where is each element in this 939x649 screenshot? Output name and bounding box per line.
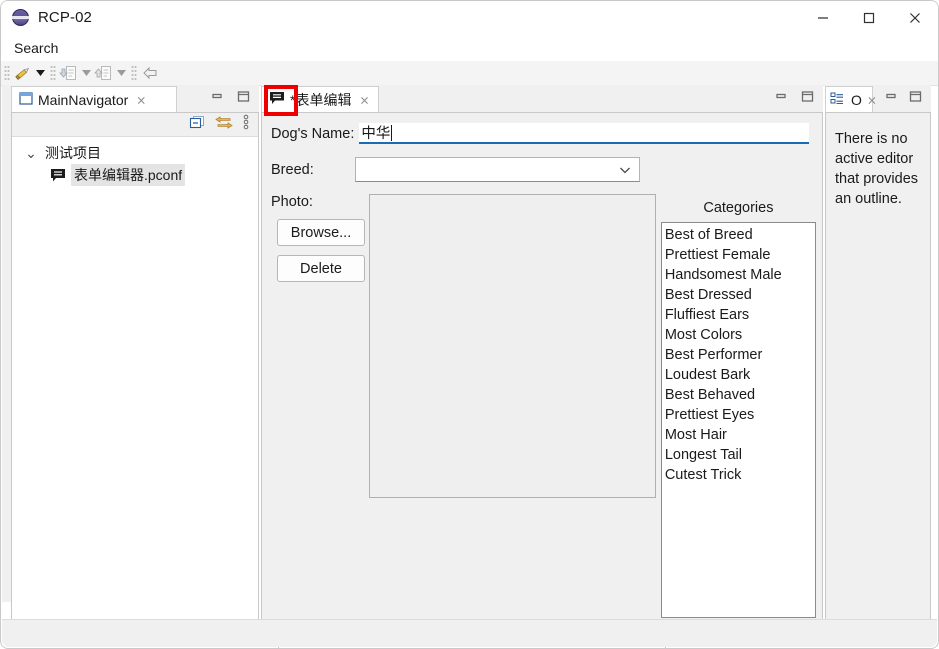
category-item[interactable]: Most Colors	[665, 325, 815, 345]
tab-close-icon[interactable]: ⨯	[359, 93, 369, 107]
new-pencil-icon[interactable]	[12, 62, 34, 84]
tab-label: MainNavigator	[38, 91, 129, 108]
status-bar	[2, 619, 937, 647]
outline-part-controls	[885, 87, 928, 109]
category-item[interactable]: Longest Tail	[665, 445, 815, 465]
link-with-editor-icon[interactable]	[215, 115, 233, 135]
view-icon	[19, 91, 33, 108]
editor-tab-row: *表单编辑 ⨯	[261, 85, 823, 112]
minimize-icon[interactable]	[775, 89, 788, 107]
collapse-all-icon[interactable]	[189, 115, 205, 135]
category-item[interactable]: Loudest Bark	[665, 365, 815, 385]
toolbar-grip[interactable]	[4, 65, 10, 81]
navigator-tab-row: MainNavigator ⨯	[11, 85, 259, 112]
breed-combo[interactable]	[355, 157, 640, 182]
category-item[interactable]: Cutest Trick	[665, 465, 815, 485]
tab-outline[interactable]: O ⨯	[825, 86, 877, 112]
tab-form-editor[interactable]: *表单编辑 ⨯	[261, 86, 379, 112]
toolbar-grip-3[interactable]	[131, 65, 137, 81]
outline-view: O ⨯ There is no active editor that provi…	[825, 85, 931, 620]
browse-button[interactable]: Browse...	[277, 219, 365, 246]
breed-label: Breed:	[271, 161, 314, 178]
export-icon	[93, 62, 115, 84]
maximize-icon[interactable]	[801, 89, 814, 107]
maximize-button[interactable]	[846, 1, 892, 34]
tab-close-icon[interactable]: ⨯	[136, 93, 146, 107]
toolbar-grip-2[interactable]	[50, 65, 56, 81]
import-icon	[58, 62, 80, 84]
dog-form: Dog's Name: 中华 Breed: Photo: Browse... D…	[262, 113, 822, 648]
close-button[interactable]	[892, 1, 938, 34]
form-editor-icon	[269, 91, 285, 108]
outline-tab-row: O ⨯	[825, 85, 931, 112]
navigator-part-controls	[211, 87, 256, 109]
category-item[interactable]: Best Performer	[665, 345, 815, 365]
editor-part-controls	[775, 87, 820, 109]
main-toolbar	[1, 61, 938, 86]
dogs-name-value: 中华	[361, 126, 391, 142]
tab-main-navigator[interactable]: MainNavigator ⨯	[11, 86, 177, 112]
categories-column: Categories Best of Breed Prettiest Female…	[660, 194, 816, 618]
chevron-down-icon[interactable]: ⌄	[20, 145, 42, 162]
tab-label: *表单编辑	[290, 91, 352, 108]
title-bar: RCP-02	[1, 1, 938, 34]
export-dropdown-arrow-icon	[115, 70, 128, 76]
tree-label-file: 表单编辑器.pconf	[71, 164, 186, 186]
form-editor-part: *表单编辑 ⨯ Dog's Name: 中华 Breed: Photo: Bro…	[261, 85, 823, 648]
menu-item-search[interactable]: Search	[6, 38, 66, 58]
chevron-down-icon	[619, 162, 631, 178]
categories-list[interactable]: Best of Breed Prettiest Female Handsomest …	[660, 222, 816, 618]
photo-canvas[interactable]	[369, 194, 656, 498]
category-item[interactable]: Best Behaved	[665, 385, 815, 405]
tab-close-icon[interactable]: ⨯	[867, 93, 877, 107]
dogs-name-label: Dog's Name:	[271, 125, 355, 142]
navigator-view-toolbar	[12, 113, 258, 137]
outline-empty-message: There is no active editor that provides …	[835, 131, 919, 207]
application-window: RCP-02 Search MainNavigator ⨯ ⌄ 测试项目 表单编…	[0, 0, 939, 649]
editor-body: Dog's Name: 中华 Breed: Photo: Browse... D…	[261, 112, 823, 648]
dogs-name-input[interactable]: 中华	[359, 123, 809, 144]
category-item[interactable]: Best of Breed	[665, 225, 815, 245]
tab-label: O	[851, 91, 862, 108]
back-arrow-icon	[139, 62, 161, 84]
minimize-button[interactable]	[800, 1, 846, 34]
photo-label: Photo:	[271, 194, 313, 210]
main-navigator-view: MainNavigator ⨯ ⌄ 测试项目 表单编辑器.pconf	[11, 85, 259, 620]
category-item[interactable]: Best Dressed	[665, 285, 815, 305]
import-dropdown-arrow-icon	[80, 70, 93, 76]
delete-button[interactable]: Delete	[277, 255, 365, 282]
text-caret	[391, 124, 393, 141]
minimize-icon[interactable]	[211, 89, 224, 107]
photo-categories-row: Photo: Browse... Delete Categories Best …	[271, 194, 816, 618]
photo-column: Photo: Browse... Delete	[271, 194, 367, 618]
maximize-icon[interactable]	[909, 89, 922, 107]
category-item[interactable]: Handsomest Male	[665, 265, 815, 285]
window-title: RCP-02	[38, 9, 92, 26]
outline-body: There is no active editor that provides …	[825, 112, 931, 620]
tree-label-project: 测试项目	[45, 145, 101, 161]
category-item[interactable]: Most Hair	[665, 425, 815, 445]
category-item[interactable]: Prettiest Eyes	[665, 405, 815, 425]
maximize-icon[interactable]	[237, 89, 250, 107]
navigator-body: ⌄ 测试项目 表单编辑器.pconf	[11, 112, 259, 620]
view-menu-icon[interactable]	[243, 114, 249, 135]
window-controls	[800, 1, 938, 34]
breed-row: Breed:	[271, 157, 816, 182]
menu-bar: Search	[1, 34, 938, 61]
app-globe-icon	[12, 8, 30, 27]
category-item[interactable]: Prettiest Female	[665, 245, 815, 265]
categories-title: Categories	[703, 200, 774, 216]
project-tree: ⌄ 测试项目 表单编辑器.pconf	[12, 137, 258, 186]
tree-row-project[interactable]: ⌄ 测试项目	[12, 142, 258, 164]
pconf-file-icon	[50, 168, 66, 183]
tree-row-file[interactable]: 表单编辑器.pconf	[12, 164, 258, 186]
outline-icon	[830, 92, 844, 108]
category-item[interactable]: Fluffiest Ears	[665, 305, 815, 325]
new-dropdown-arrow-icon[interactable]	[34, 70, 47, 76]
minimize-icon[interactable]	[885, 89, 898, 107]
dogs-name-row: Dog's Name: 中华	[271, 123, 816, 144]
